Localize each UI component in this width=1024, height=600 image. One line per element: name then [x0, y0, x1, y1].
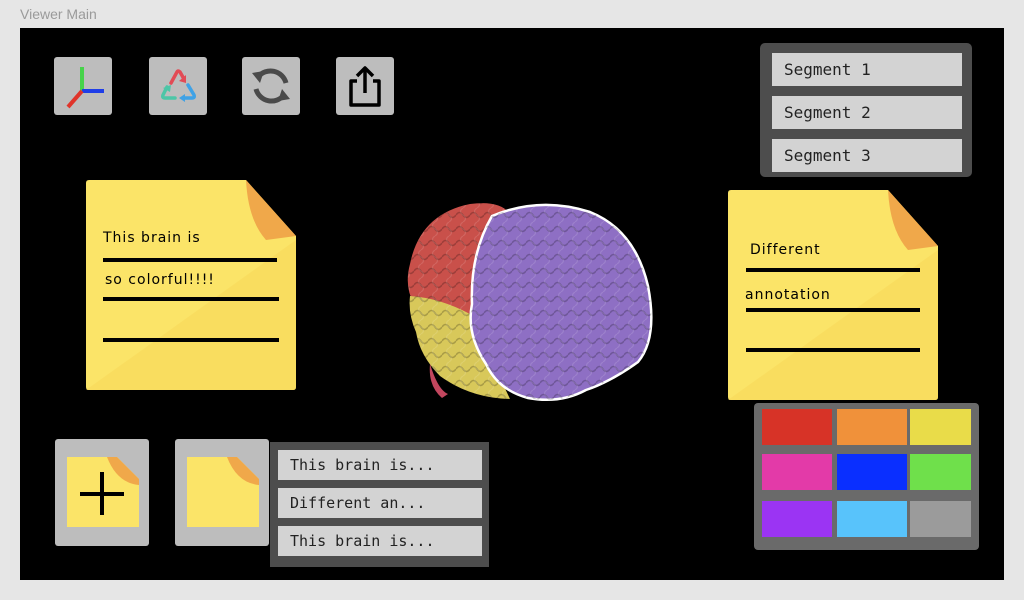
new-note-button[interactable] [175, 439, 269, 546]
segment-item-1[interactable]: Segment 1 [772, 53, 962, 86]
color-swatch-yellow[interactable] [910, 409, 971, 445]
segment-item-3[interactable]: Segment 3 [772, 139, 962, 172]
annotation-item-3[interactable]: This brain is... [278, 526, 482, 556]
color-swatch-red[interactable] [762, 409, 832, 445]
note-right-line-1: Different [750, 242, 821, 258]
viewer-canvas[interactable]: Segment 1 Segment 2 Segment 3 This brain… [20, 28, 1004, 580]
segment-panel: Segment 1 Segment 2 Segment 3 [760, 43, 972, 177]
sticky-note-right[interactable]: Different annotation [728, 190, 938, 400]
color-swatch-light-blue[interactable] [837, 501, 907, 537]
color-swatch-orange[interactable] [837, 409, 907, 445]
refresh-button[interactable] [242, 57, 300, 115]
color-swatch-magenta[interactable] [762, 454, 832, 490]
axes-button[interactable] [54, 57, 112, 115]
add-note-button[interactable] [55, 439, 149, 546]
note-rule [746, 348, 920, 352]
share-button[interactable] [336, 57, 394, 115]
annotation-item-1[interactable]: This brain is... [278, 450, 482, 480]
recycle-button[interactable] [149, 57, 207, 115]
note-left-line-1: This brain is [103, 230, 201, 246]
note-rule [103, 338, 279, 342]
add-note-icon [67, 457, 139, 527]
color-swatch-gray[interactable] [910, 501, 971, 537]
window-title: Viewer Main [20, 6, 97, 22]
color-palette [754, 403, 979, 550]
note-rule [746, 268, 920, 272]
color-swatch-green[interactable] [910, 454, 971, 490]
segment-item-2[interactable]: Segment 2 [772, 96, 962, 129]
brain-model[interactable] [400, 194, 660, 404]
recycle-icon [161, 69, 196, 102]
axes-icon [66, 67, 104, 109]
share-icon [349, 66, 381, 107]
color-swatch-purple[interactable] [762, 501, 832, 537]
color-swatch-blue[interactable] [837, 454, 907, 490]
note-rule [103, 297, 279, 301]
note-rule [746, 308, 920, 312]
sticky-note-icon [187, 457, 259, 527]
refresh-icon [252, 68, 290, 104]
annotation-list: This brain is... Different an... This br… [270, 442, 489, 567]
note-right-line-2: annotation [745, 287, 831, 303]
note-left-line-2: so colorful!!!! [105, 272, 215, 288]
sticky-note-left[interactable]: This brain is so colorful!!!! [86, 180, 296, 390]
note-rule [103, 258, 277, 262]
annotation-item-2[interactable]: Different an... [278, 488, 482, 518]
